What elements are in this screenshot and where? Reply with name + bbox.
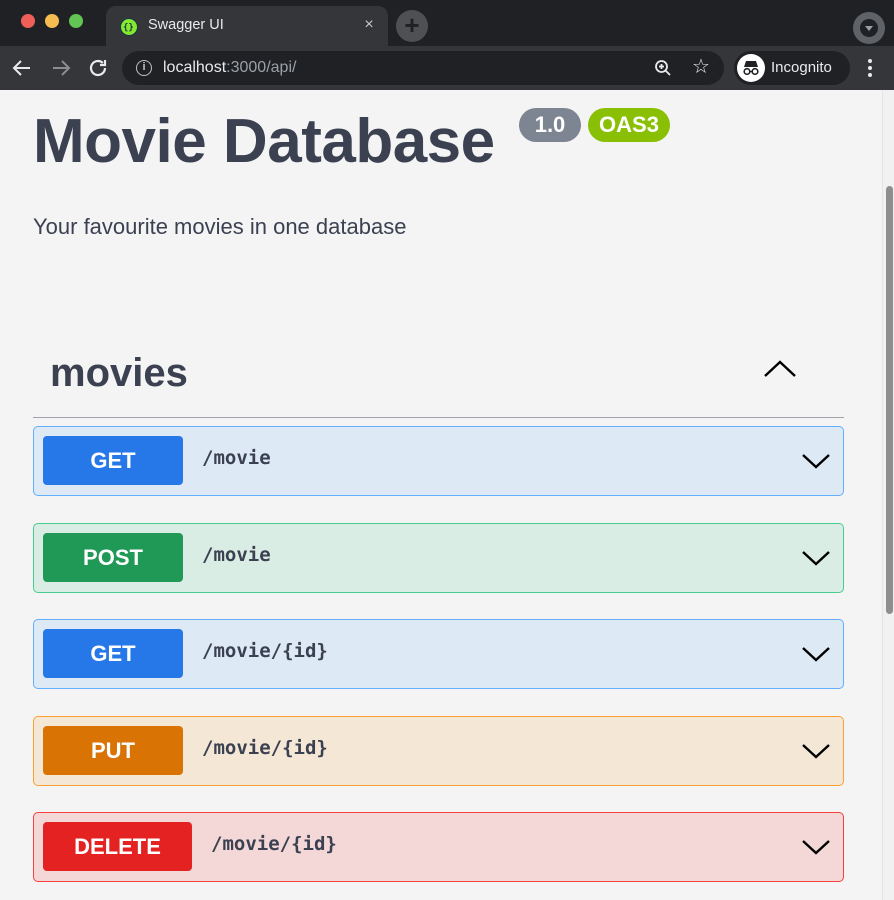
tab-search-button[interactable]	[853, 12, 885, 44]
http-method-badge: PUT	[43, 726, 183, 775]
forward-icon	[53, 60, 71, 76]
browser-window: {} Swagger UI × + i localhost:3000/api/ …	[0, 0, 894, 900]
reload-icon	[89, 59, 107, 77]
address-bar[interactable]: i localhost:3000/api/ ☆	[122, 51, 724, 85]
chevron-down-icon[interactable]	[801, 837, 831, 857]
close-window-button[interactable]	[21, 14, 35, 28]
http-method-badge: POST	[43, 533, 183, 582]
incognito-button[interactable]: Incognito	[734, 51, 850, 85]
operation-row[interactable]: GET/movie/{id}	[33, 619, 844, 689]
http-method-badge: GET	[43, 629, 183, 678]
version-badge: 1.0	[519, 108, 581, 142]
operation-path: /movie/{id}	[211, 833, 337, 855]
back-button[interactable]	[10, 56, 34, 80]
incognito-label: Incognito	[771, 59, 832, 76]
maximize-window-button[interactable]	[69, 14, 83, 28]
star-icon[interactable]: ☆	[692, 56, 714, 78]
tab-close-icon[interactable]: ×	[360, 16, 378, 34]
browser-toolbar: i localhost:3000/api/ ☆ Incognito	[0, 46, 894, 90]
page-title: Movie Database	[33, 107, 495, 176]
scrollbar-thumb[interactable]	[886, 186, 893, 614]
operation-row[interactable]: DELETE/movie/{id}	[33, 812, 844, 882]
tag-name: movies	[50, 351, 188, 395]
minimize-window-button[interactable]	[45, 14, 59, 28]
oas-badge: OAS3	[588, 108, 670, 142]
operation-path: /movie	[202, 447, 271, 469]
zoom-icon[interactable]	[654, 59, 672, 77]
operation-path: /movie/{id}	[202, 737, 328, 759]
swagger-favicon-icon: {}	[120, 18, 138, 36]
forward-button[interactable]	[49, 56, 73, 80]
http-method-badge: DELETE	[43, 822, 192, 871]
info-icon[interactable]: i	[136, 60, 152, 76]
vertical-scrollbar[interactable]	[882, 90, 894, 900]
menu-icon[interactable]	[862, 56, 878, 80]
chevron-down-icon[interactable]	[801, 451, 831, 471]
chevron-down-icon[interactable]	[801, 548, 831, 568]
chevron-down-icon[interactable]	[801, 644, 831, 664]
chevron-down-icon	[865, 26, 873, 31]
swagger-page: Movie Database 1.0 OAS3 Your favourite m…	[0, 90, 894, 900]
back-icon	[12, 60, 30, 76]
url-text[interactable]: localhost:3000/api/	[163, 59, 296, 77]
tag-section-header[interactable]: movies	[33, 342, 844, 418]
chevron-up-icon[interactable]	[763, 358, 797, 380]
reload-button[interactable]	[86, 56, 110, 80]
api-description: Your favourite movies in one database	[33, 214, 407, 239]
operation-row[interactable]: POST/movie	[33, 523, 844, 593]
incognito-icon	[737, 54, 765, 82]
chevron-down-icon[interactable]	[801, 741, 831, 761]
tab-title: Swagger UI	[148, 17, 224, 33]
operation-row[interactable]: GET/movie	[33, 426, 844, 496]
browser-tab[interactable]: {} Swagger UI ×	[106, 6, 388, 46]
tab-strip: {} Swagger UI × +	[0, 0, 894, 46]
url-path: :3000/api/	[226, 59, 297, 76]
operation-path: /movie	[202, 544, 271, 566]
operation-row[interactable]: PUT/movie/{id}	[33, 716, 844, 786]
http-method-badge: GET	[43, 436, 183, 485]
new-tab-button[interactable]: +	[396, 10, 428, 42]
operation-path: /movie/{id}	[202, 640, 328, 662]
url-host: localhost	[163, 59, 227, 76]
svg-text:{}: {}	[123, 23, 134, 33]
